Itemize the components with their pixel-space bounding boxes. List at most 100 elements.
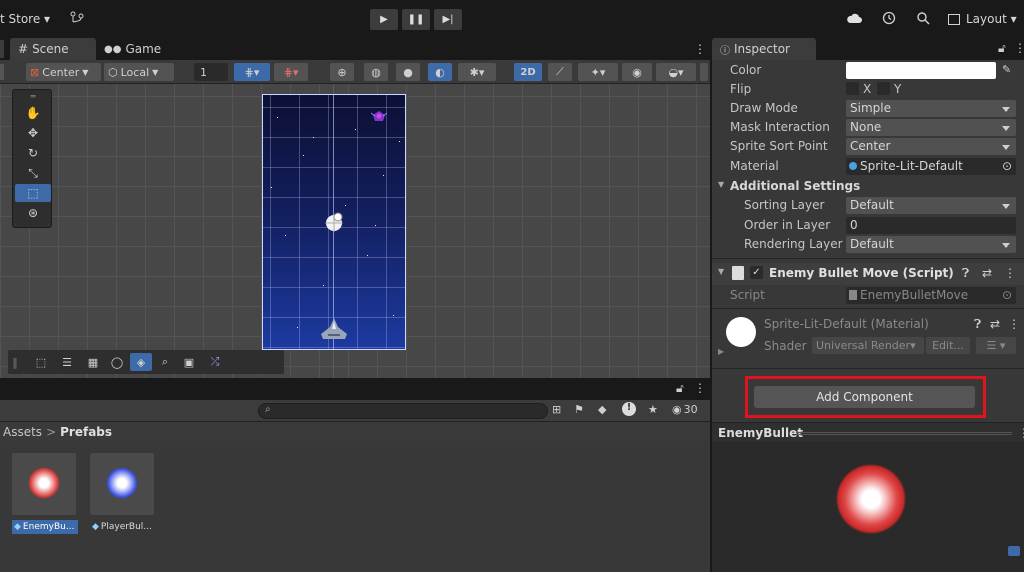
audio-effects-button[interactable]: ✦▾ [578, 63, 618, 81]
order-in-layer-field[interactable]: 0 [846, 217, 1016, 234]
tab-inspector[interactable]: ⓘ Inspector [712, 38, 816, 60]
asset-name: PlayerBul... [100, 522, 152, 532]
scene-visibility-button[interactable]: ◉ [622, 63, 652, 81]
asset-playerbullet[interactable]: ◆ PlayerBul... [90, 453, 156, 539]
rect-select-icon[interactable]: ⬚ [30, 353, 52, 371]
scene-more-icon[interactable]: ⋮ [694, 42, 706, 56]
shader-dropdown[interactable]: Universal Render▾ [812, 337, 924, 354]
lock-icon[interactable]: 🔓︎ [676, 381, 684, 396]
shading-wire-button[interactable]: ◍ [364, 63, 388, 81]
toolbar-overflow[interactable] [700, 63, 708, 81]
play-button[interactable]: ▶ [370, 9, 398, 30]
asset-label: ◆ EnemyBu... [12, 520, 78, 534]
scene-lighting-toggle[interactable]: ⟋ [548, 63, 572, 81]
material-menu-icon[interactable]: ⋮ [1008, 317, 1020, 331]
move-tool-icon[interactable]: ✥ [15, 124, 51, 142]
object-picker-icon[interactable]: ⊙ [1002, 158, 1012, 175]
space-dropdown[interactable]: ⬡ Local ▼ [104, 63, 174, 81]
rotate-tool-icon[interactable]: ↻ [15, 144, 51, 162]
camera-view-frame[interactable] [262, 94, 406, 350]
help-icon[interactable]: ❓︎ [974, 317, 981, 332]
tag-icon[interactable]: ◆ [598, 403, 606, 416]
shader-options-button[interactable]: ☰ ▾ [976, 337, 1016, 354]
preview-drag-handle[interactable] [796, 432, 1012, 435]
add-component-button[interactable]: Add Component [754, 386, 975, 408]
pivot-dropdown[interactable]: ⊠ Center ▼ [26, 63, 101, 81]
breadcrumb-prefabs[interactable]: Prefabs [60, 425, 112, 439]
layout-dropdown[interactable]: Layout ▾ [948, 10, 1017, 28]
draw-mode-dropdown[interactable]: Simple [846, 100, 1016, 117]
version-control-icon[interactable] [70, 11, 84, 25]
shading-solid-button[interactable]: ● [396, 63, 420, 81]
lock-icon[interactable]: 🔓︎ [998, 41, 1006, 56]
pause-button[interactable]: ❚❚ [402, 9, 430, 30]
help-icon[interactable]: ❓︎ [962, 266, 969, 281]
presets-icon[interactable]: ⇄ [990, 317, 1000, 331]
color-field[interactable] [846, 62, 996, 79]
grid-visibility-button[interactable]: ⋕▾ [274, 63, 308, 81]
sorting-layer-dropdown[interactable]: Default [846, 197, 1016, 214]
overlay-grip-icon[interactable]: ═ [15, 92, 51, 101]
history-icon[interactable] [882, 11, 896, 25]
label-filter-icon[interactable]: ⚑ [574, 403, 584, 416]
lighting-button[interactable]: ◐ [428, 63, 452, 81]
component-header[interactable]: ▼ ✓ Enemy Bullet Move (Script) ❓︎ ⇄ ⋮ [712, 263, 1024, 285]
additional-settings-header[interactable]: ▼ Additional Settings [712, 177, 1024, 196]
component-enabled-checkbox[interactable]: ✓ [750, 266, 763, 279]
warning-icon[interactable]: ! [622, 402, 636, 416]
enemy-bullet-icon [28, 467, 60, 499]
material-field[interactable]: Sprite-Lit-Default ⊙ [846, 158, 1016, 175]
eyedropper-icon[interactable]: ✎ [1002, 63, 1011, 76]
mask-interaction-dropdown[interactable]: None [846, 119, 1016, 136]
presets-icon[interactable]: ⇄ [982, 266, 992, 280]
2d-mode-button[interactable]: 2D [514, 63, 542, 81]
asset-label: ◆ PlayerBul... [90, 520, 156, 534]
cloud-icon[interactable] [846, 12, 862, 24]
preview-header[interactable]: EnemyBullet ⋮ [712, 422, 1024, 442]
rendering-layer-dropdown[interactable]: Default [846, 236, 1016, 253]
sprite-sort-point-dropdown[interactable]: Center [846, 138, 1016, 155]
debug-draw-button[interactable]: ✱▾ [458, 63, 496, 81]
transform-tool-icon[interactable]: ⊛ [15, 204, 51, 222]
tilemap-icon[interactable]: ▦ [82, 353, 104, 371]
overlay-grip-icon[interactable]: ‖ [10, 353, 20, 371]
inspector-more-icon[interactable]: ⋮ [1014, 41, 1024, 55]
tab-scene[interactable]: # Scene [10, 38, 96, 60]
breadcrumb-assets[interactable]: Assets [3, 425, 42, 439]
rect-tool-icon[interactable]: ⬚ [15, 184, 51, 202]
bullet-gizmo-sprite[interactable] [323, 211, 345, 233]
asset-label-icon[interactable] [1008, 546, 1020, 556]
shuffle-icon[interactable]: ⤮ [204, 353, 226, 371]
search-icon[interactable] [916, 11, 930, 25]
flip-y-checkbox[interactable] [877, 82, 890, 95]
gizmos-button[interactable]: ◒▾ [656, 63, 696, 81]
edit-shader-button[interactable]: Edit... [926, 337, 970, 354]
grid-size-field[interactable]: 1 [194, 63, 228, 81]
grid-snap-button[interactable]: ⋕▾ [234, 63, 270, 81]
align-icon[interactable]: ☰ [56, 353, 78, 371]
asset-store-menu[interactable]: t Store ▾ [0, 11, 50, 27]
gizmo-globe-button[interactable]: ⊕ [330, 63, 354, 81]
scale-tool-icon[interactable]: ⤡ [15, 164, 51, 182]
step-button[interactable]: ▶| [434, 9, 462, 30]
asset-enemybullet[interactable]: ◆ EnemyBu... [12, 453, 78, 539]
flip-x-checkbox[interactable] [846, 82, 859, 95]
favorite-star-icon[interactable]: ★ [648, 403, 658, 416]
asset-type-filter-icon[interactable]: ⊞ [552, 403, 561, 416]
enemy-ship-sprite[interactable] [370, 109, 388, 123]
layers-icon[interactable]: ◈ [130, 353, 152, 371]
chevron-down-icon: ▼ [152, 67, 159, 77]
foldout-arrow-icon[interactable]: ▶ [718, 347, 724, 356]
project-more-icon[interactable]: ⋮ [694, 381, 706, 395]
component-menu-icon[interactable]: ⋮ [1004, 266, 1016, 280]
preview-menu-icon[interactable]: ⋮ [1018, 426, 1024, 440]
camera-icon[interactable]: ▣ [178, 353, 200, 371]
circle-icon[interactable]: ◯ [106, 353, 128, 371]
project-search-input[interactable]: ⌕ [258, 403, 548, 419]
hidden-packages-toggle[interactable]: ◉ 30 [672, 403, 698, 416]
player-ship-sprite[interactable] [319, 317, 349, 341]
flip-x-label: X [863, 82, 872, 96]
hand-tool-icon[interactable]: ✋ [15, 104, 51, 122]
tab-game[interactable]: ●● Game [96, 38, 176, 60]
zoom-icon[interactable]: ⌕ [154, 353, 176, 371]
